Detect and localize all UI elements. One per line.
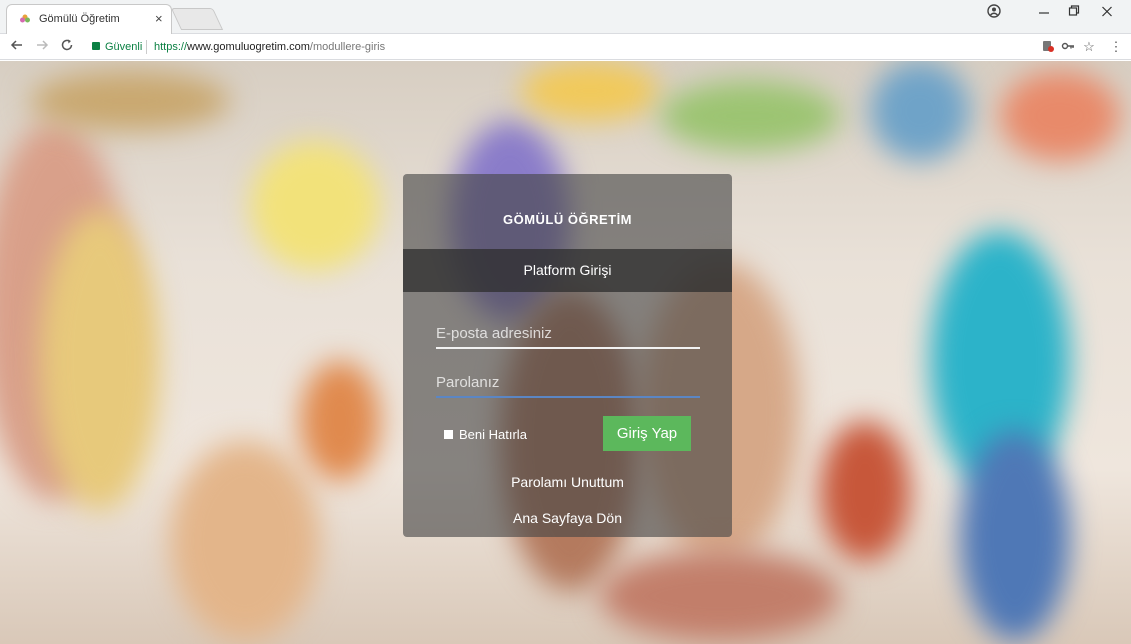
login-header: Platform Girişi [403, 249, 732, 292]
maximize-icon[interactable] [1064, 4, 1084, 21]
login-button[interactable]: Giriş Yap [603, 416, 691, 451]
background-decoration [660, 81, 840, 151]
bookmark-star-icon[interactable]: ☆ [1081, 39, 1097, 55]
blocked-icon[interactable] [1040, 39, 1056, 56]
url-scheme: https:// [154, 41, 188, 53]
password-field[interactable] [436, 368, 700, 398]
background-decoration [520, 61, 660, 121]
background-decoration [600, 551, 840, 641]
brand-logo-text: GÖMÜLÜ ÖĞRETİM [502, 212, 633, 227]
new-tab-button[interactable] [170, 8, 224, 30]
login-title: Platform Girişi [523, 262, 612, 278]
address-separator [146, 40, 147, 54]
background-decoration [1000, 71, 1120, 161]
browser-tab[interactable]: Gömülü Öğretim × [6, 4, 172, 34]
close-icon[interactable] [1097, 4, 1117, 21]
background-decoration [170, 441, 320, 641]
url-path: /modullere-giris [309, 41, 386, 53]
background-decoration [870, 61, 970, 161]
secure-label: Güvenli [105, 41, 143, 53]
email-field[interactable] [436, 319, 700, 349]
background-decoration [820, 421, 910, 561]
background-decoration [300, 361, 380, 481]
remember-me-checkbox[interactable]: Beni Hatırla [444, 427, 527, 442]
forgot-password-link[interactable]: Parolamı Unuttum [403, 474, 732, 490]
address-bar: Güvenli https://www.gomuluogretim.com/mo… [0, 34, 1131, 60]
background-decoration [250, 141, 380, 271]
browser-tab-strip: Gömülü Öğretim × [0, 0, 1131, 34]
remember-me-label: Beni Hatırla [459, 427, 527, 442]
reload-icon[interactable] [58, 38, 76, 55]
favicon-icon [20, 14, 30, 23]
tab-close-icon[interactable]: × [155, 11, 163, 26]
minimize-icon[interactable] [1034, 4, 1054, 21]
home-link[interactable]: Ana Sayfaya Dön [403, 510, 732, 526]
menu-kebab-icon[interactable]: ⋮ [1108, 39, 1124, 55]
background-decoration [40, 211, 160, 511]
url-host: www.gomuluogretim.com [187, 41, 310, 53]
url-field[interactable]: https://www.gomuluogretim.com/modullere-… [154, 41, 385, 53]
checkbox-box[interactable] [444, 430, 453, 439]
key-icon[interactable] [1060, 39, 1076, 56]
tab-title: Gömülü Öğretim [39, 13, 120, 25]
background-decoration [960, 431, 1070, 641]
secure-indicator[interactable]: Güvenli [92, 41, 142, 53]
forward-arrow-icon[interactable] [33, 38, 51, 55]
back-arrow-icon[interactable] [8, 38, 26, 55]
lock-icon [92, 42, 100, 50]
login-card: GÖMÜLÜ ÖĞRETİM Platform Girişi Beni Hatı… [403, 174, 732, 537]
account-icon[interactable] [984, 4, 1004, 21]
background-decoration [30, 71, 230, 131]
